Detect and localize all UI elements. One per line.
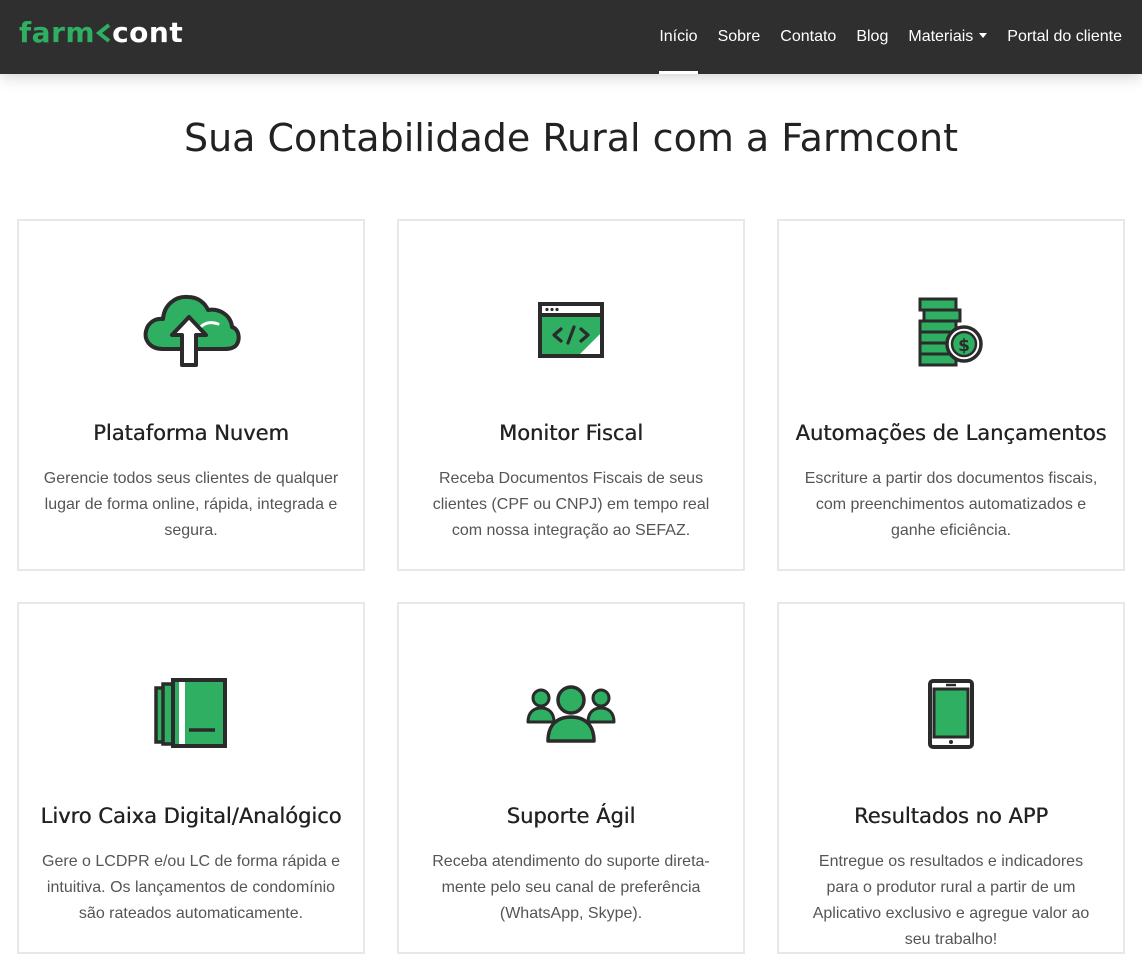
feature-card-suporte-agil: Suporte Ágil Receba atendimento do supor… (397, 602, 745, 954)
card-description: Gerencie todos seus clientes de qualquer… (43, 470, 339, 539)
feature-card-monitor-fiscal: Monitor Fiscal Receba Documentos Fiscais… (397, 219, 745, 571)
main-nav: Início Sobre Contato Blog Materiais Port… (649, 0, 1132, 74)
card-title: Resultados no APP (853, 804, 1049, 828)
card-description: Receba atendimento do suporte direta-men… (432, 853, 710, 922)
nav-item-materiais[interactable]: Materiais (898, 0, 997, 74)
nav-item-portal-do-cliente[interactable]: Portal do cliente (997, 0, 1132, 74)
card-description: Gere o LCDPR e/ou LC de forma rápida e i… (42, 853, 340, 922)
nav-item-sobre[interactable]: Sobre (708, 0, 771, 74)
card-description: Entregue os resultados e indicadores par… (812, 853, 1090, 948)
card-title: Monitor Fiscal (498, 421, 644, 445)
svg-text:$: $ (958, 336, 970, 356)
card-title: Livro Caixa Digital/Analógico (40, 804, 342, 828)
nav-item-materiais-label: Materiais (908, 28, 974, 45)
caret-down-icon (979, 33, 988, 38)
nav-item-contato[interactable]: Contato (770, 0, 846, 74)
nav-item-blog[interactable]: Blog (846, 0, 898, 74)
logo-text-farm: farm (19, 16, 96, 49)
card-description: Receba Documentos Fiscais de seus client… (432, 470, 710, 539)
browser-code-icon (538, 302, 604, 358)
card-description: Escriture a partir dos documentos fiscai… (804, 470, 1098, 539)
card-title: Suporte Ágil (506, 804, 636, 828)
card-title: Plataforma Nuvem (93, 421, 289, 445)
nav-item-inicio[interactable]: Início (649, 0, 707, 74)
feature-card-resultados-app: Resultados no APP Entregue os resultados… (777, 602, 1125, 954)
users-group-icon (526, 685, 616, 743)
top-navbar: farm cont Início Sobre Contato Blog Mate… (0, 0, 1142, 74)
ledger-book-icon (154, 678, 227, 748)
farmcont-logo[interactable]: farm cont (19, 16, 183, 50)
page-title: Sua Contabilidade Rural com a Farmcont (183, 116, 959, 160)
logo-chevron-icon (96, 23, 111, 43)
logo-text-cont: cont (112, 16, 184, 49)
smartphone-icon (928, 679, 974, 749)
feature-card-automacoes: $ Automações de Lançamentos Escriture a … (777, 219, 1125, 571)
feature-card-livro-caixa: Livro Caixa Digital/Analógico Gere o LCD… (17, 602, 365, 954)
feature-card-plataforma-nuvem: Plataforma Nuvem Gerencie todos seus cli… (17, 219, 365, 571)
card-title: Automações de Lançamentos (795, 421, 1107, 445)
cloud-upload-icon (143, 294, 241, 367)
coins-dollar-icon: $ (918, 297, 983, 367)
